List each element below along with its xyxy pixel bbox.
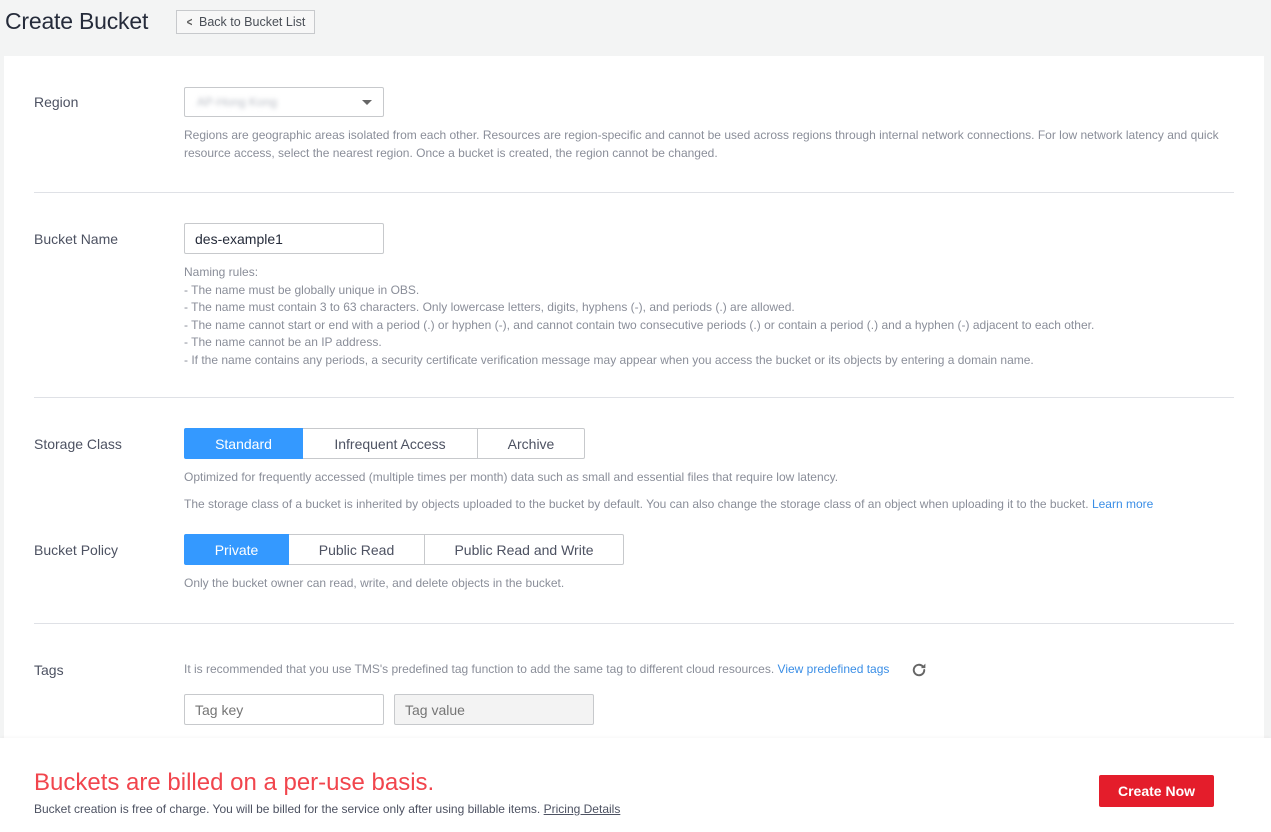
refresh-icon[interactable]	[910, 661, 928, 679]
storage-class-hint: Optimized for frequently accessed (multi…	[184, 470, 839, 484]
learn-more-link[interactable]: Learn more	[1092, 497, 1153, 511]
create-now-button[interactable]: Create Now	[1099, 775, 1214, 807]
caret-down-icon	[362, 100, 372, 105]
naming-rule: - The name cannot start or end with a pe…	[184, 317, 1095, 332]
pricing-details-link[interactable]: Pricing Details	[544, 802, 621, 816]
region-hint-line: resource access, select the nearest regi…	[184, 145, 718, 160]
page-scrollbar[interactable]	[1266, 56, 1271, 738]
create-bucket-form: Region AP-Hong Kong Regions are geograph…	[4, 56, 1264, 746]
naming-rule: - If the name contains any periods, a se…	[184, 352, 1034, 367]
bucket-name-input[interactable]	[184, 223, 384, 254]
bucket-policy-hint: Only the bucket owner can read, write, a…	[184, 576, 565, 590]
bucket-policy-public-read-write[interactable]: Public Read and Write	[425, 534, 624, 565]
tags-label: Tags	[34, 662, 64, 678]
tag-key-input[interactable]	[184, 694, 384, 725]
bucket-policy-selector: Private Public Read Public Read and Writ…	[184, 534, 624, 565]
naming-rule: - The name must be globally unique in OB…	[184, 282, 420, 297]
region-hint: Regions are geographic areas isolated fr…	[184, 127, 1219, 162]
tags-hint: It is recommended that you use TMS's pre…	[184, 661, 889, 679]
bucket-policy-public-read[interactable]: Public Read	[289, 534, 425, 565]
storage-class-infrequent-access[interactable]: Infrequent Access	[303, 428, 478, 459]
divider	[34, 397, 1234, 398]
bucket-name-label: Bucket Name	[34, 231, 119, 247]
storage-class-inherit-hint: The storage class of a bucket is inherit…	[184, 496, 1153, 514]
region-select[interactable]: AP-Hong Kong	[184, 87, 384, 117]
divider	[34, 623, 1234, 624]
page-title: Create Bucket	[5, 8, 149, 34]
view-predefined-tags-link[interactable]: View predefined tags	[778, 662, 890, 676]
bucket-policy-private[interactable]: Private	[184, 534, 289, 565]
region-label: Region	[34, 94, 79, 110]
storage-class-selector: Standard Infrequent Access Archive	[184, 428, 585, 459]
naming-rules-title: Naming rules:	[184, 265, 259, 279]
bucket-name-rules: Naming rules: - The name must be globall…	[184, 264, 1094, 369]
back-button-label: Back to Bucket List	[199, 15, 306, 29]
storage-class-archive[interactable]: Archive	[478, 428, 585, 459]
page-header: Create Bucket < Back to Bucket List	[0, 0, 1271, 56]
storage-class-inherit-text: The storage class of a bucket is inherit…	[184, 497, 1089, 511]
storage-class-standard[interactable]: Standard	[184, 428, 303, 459]
billing-title: Buckets are billed on a per-use basis.	[34, 769, 435, 796]
tags-hint-text: It is recommended that you use TMS's pre…	[184, 662, 775, 676]
billing-footer: Buckets are billed on a per-use basis. B…	[0, 738, 1271, 832]
bucket-policy-label: Bucket Policy	[34, 542, 119, 558]
region-hint-line: Regions are geographic areas isolated fr…	[184, 128, 1219, 142]
naming-rule: - The name cannot be an IP address.	[184, 335, 382, 349]
storage-class-label: Storage Class	[34, 436, 122, 452]
divider	[34, 192, 1234, 193]
naming-rule: - The name must contain 3 to 63 characte…	[184, 300, 795, 314]
region-select-value: AP-Hong Kong	[197, 95, 278, 109]
back-to-bucket-list-button[interactable]: < Back to Bucket List	[176, 10, 315, 34]
billing-description: Bucket creation is free of charge. You w…	[34, 802, 620, 816]
tag-value-input[interactable]	[394, 694, 594, 725]
billing-description-text: Bucket creation is free of charge. You w…	[34, 802, 541, 816]
chevron-left-icon: <	[186, 15, 193, 29]
